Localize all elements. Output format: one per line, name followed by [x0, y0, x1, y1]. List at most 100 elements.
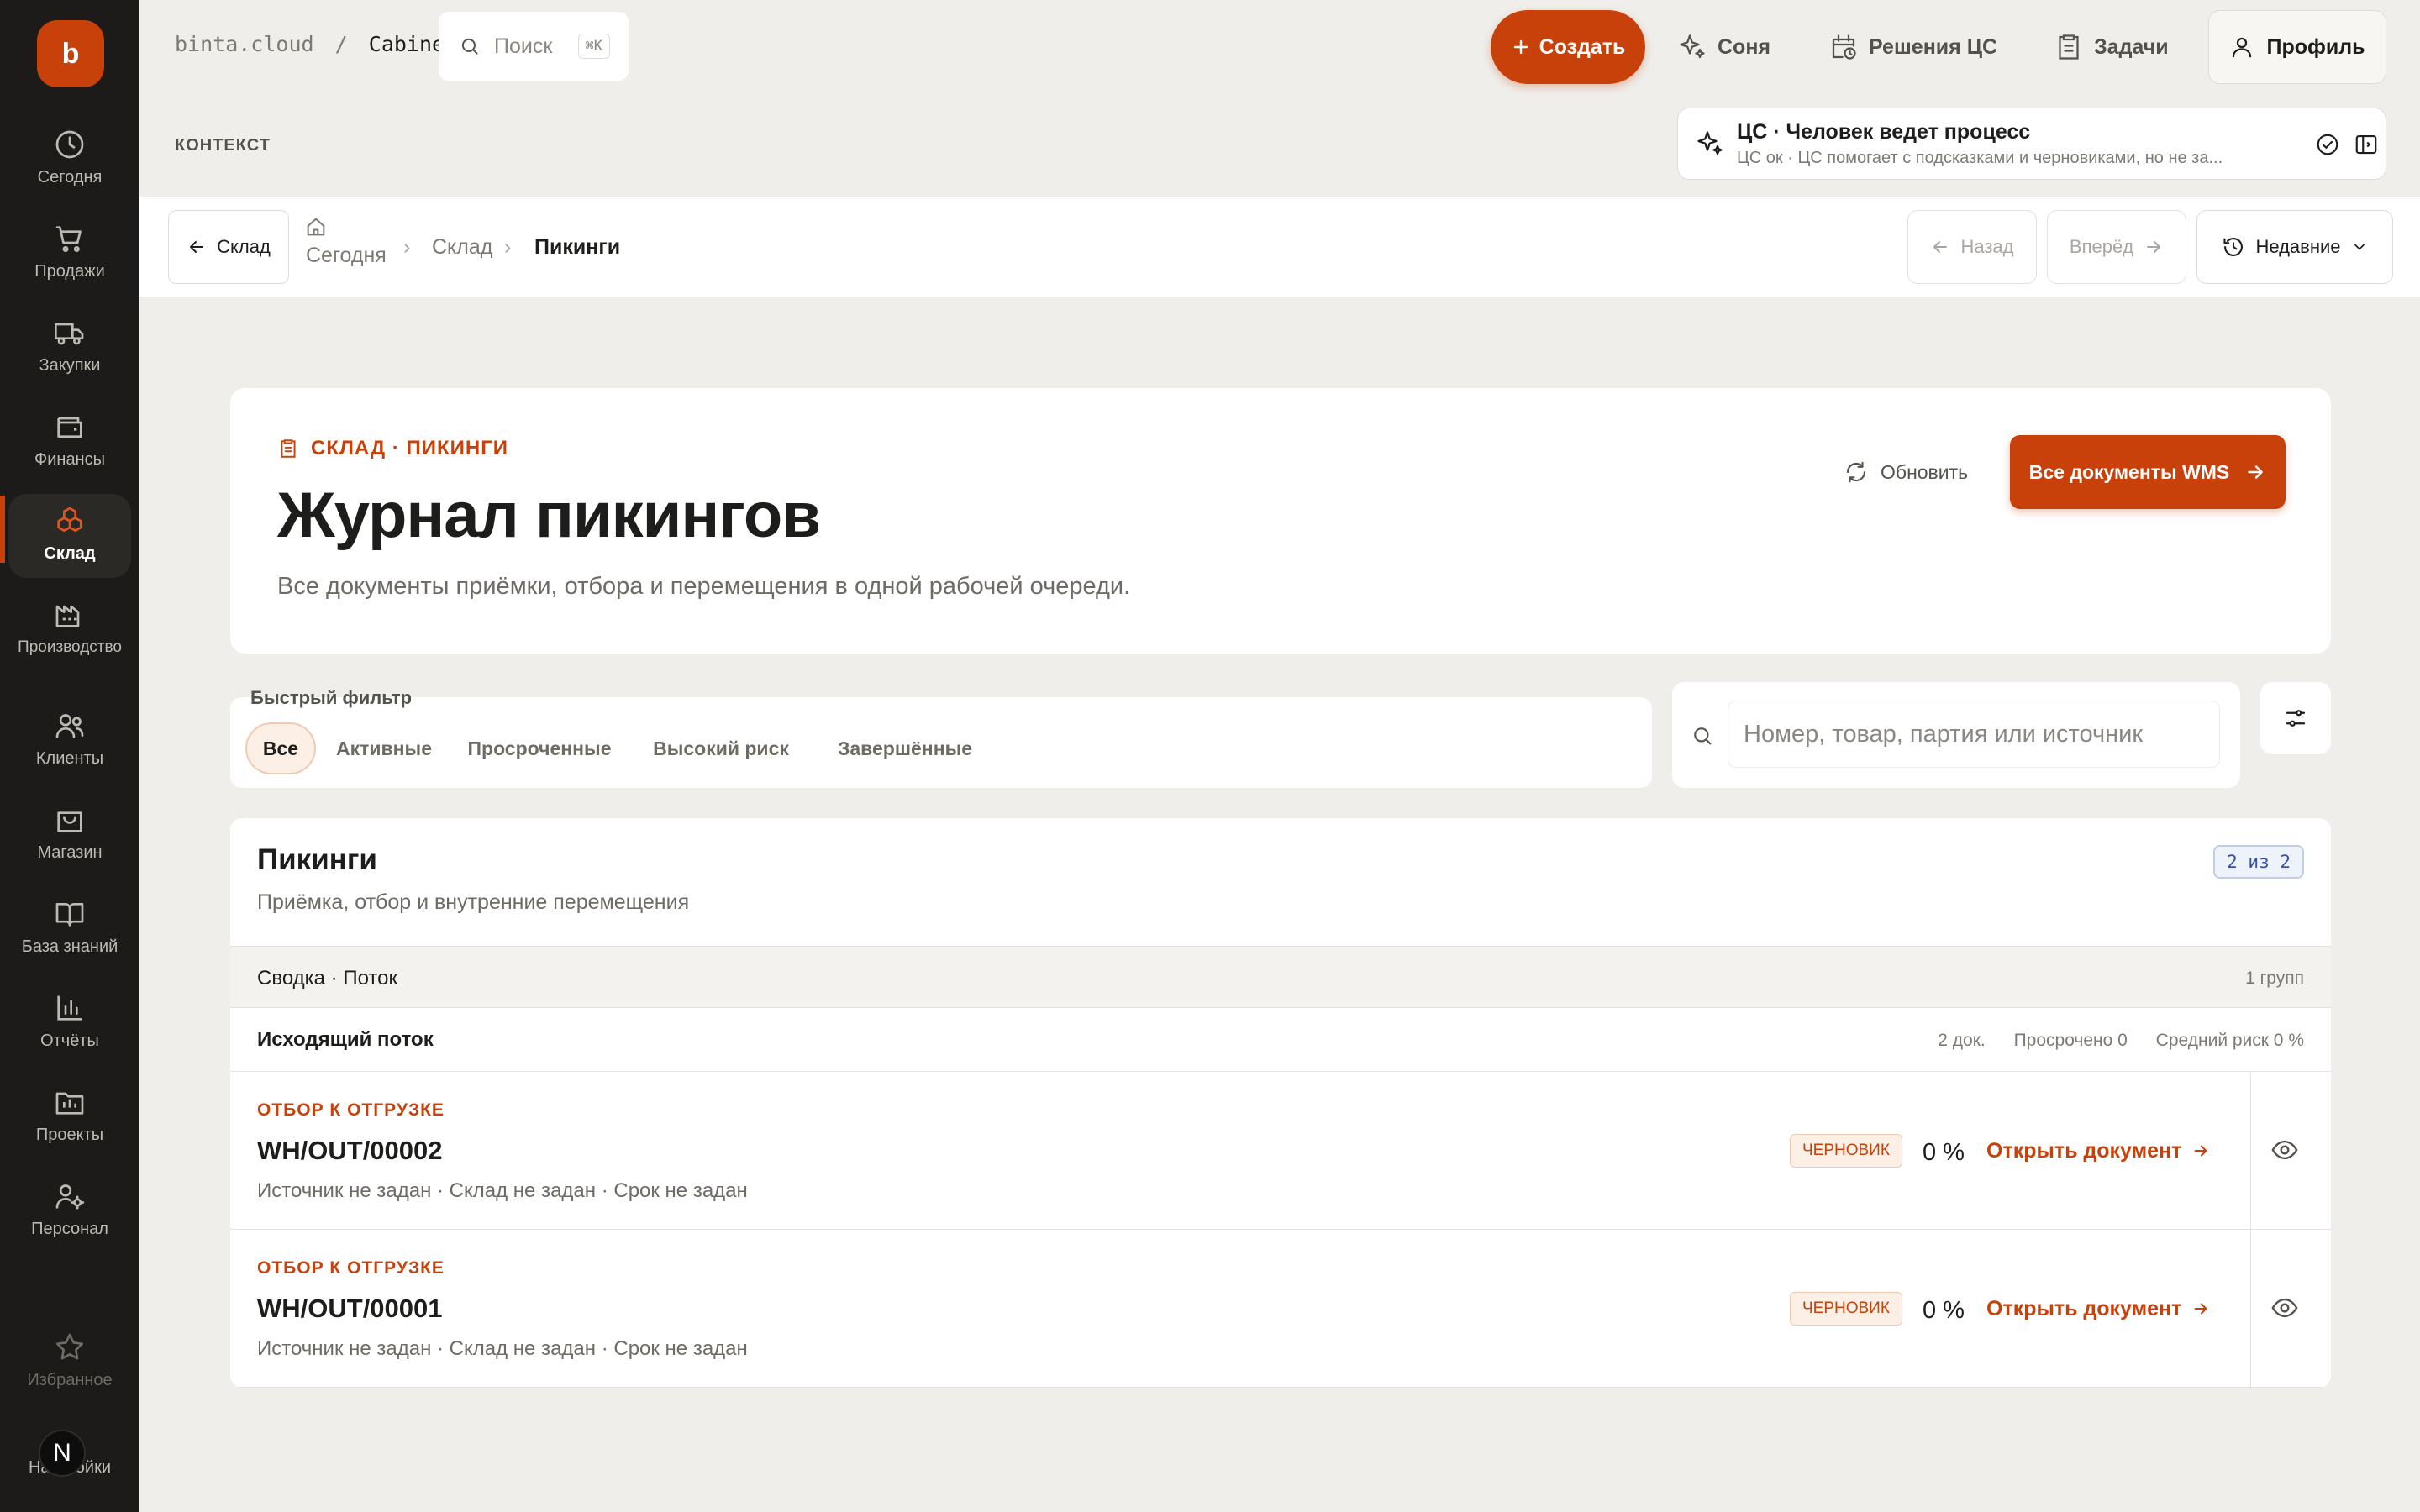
bag-icon	[57, 811, 82, 832]
refresh-button[interactable]: Обновить	[1844, 447, 1968, 497]
breadcrumb-chevron-icon: ›	[403, 235, 411, 259]
panel-toggle-icon[interactable]	[2354, 132, 2379, 157]
eye-icon[interactable]	[2270, 1294, 2299, 1322]
book-icon	[55, 903, 84, 927]
arrow-right-icon	[2194, 1145, 2207, 1157]
filter-settings-button[interactable]	[2260, 682, 2331, 754]
breadcrumb-chevron-icon: ›	[504, 235, 512, 259]
filter-chip-active[interactable]: Активные	[328, 722, 440, 774]
document-meta: Источник не задан · Склад не задан · Сро…	[257, 1337, 748, 1360]
sidebar-item-reports[interactable]: Отчёты	[8, 981, 131, 1065]
group-row[interactable]: Исходящий поток 2 док. Просрочено 0 Сред…	[230, 1008, 2331, 1072]
sonya-button[interactable]: Соня	[1677, 20, 1770, 74]
back-to-warehouse-button[interactable]: Склад	[168, 210, 289, 284]
app-logo[interactable]: b	[37, 20, 104, 87]
document-search-input[interactable]: Номер, товар, партия или источник	[1728, 701, 2220, 768]
eye-icon[interactable]	[2270, 1136, 2299, 1164]
group-avg-risk: Средний риск 0 %	[2155, 1031, 2304, 1050]
open-document-label: Открыть документ	[1986, 1296, 2182, 1320]
filter-chip-high-risk[interactable]: Высокий риск	[637, 722, 805, 774]
open-document-link[interactable]: Открыть документ	[1986, 1294, 2210, 1324]
sidebar-item-today[interactable]: Сегодня	[8, 118, 131, 202]
sidebar-item-sales[interactable]: Продажи	[8, 212, 131, 296]
search-placeholder: Поиск	[494, 34, 553, 58]
ai-status-card[interactable]: ЦС · Человек ведет процесс ЦС ок · ЦС по…	[1677, 108, 2386, 180]
decisions-label: Решения ЦС	[1869, 34, 1998, 59]
truck-icon	[55, 323, 84, 345]
sidebar-item-knowledge[interactable]: База знаний	[8, 887, 131, 971]
sidebar-item-label: Отчёты	[40, 1032, 99, 1050]
sidebar-item-staff[interactable]: Персонал	[8, 1169, 131, 1253]
group-stats: 2 док. Просрочено 0 Средний риск 0 %	[1914, 1031, 2304, 1051]
sidebar-item-shop[interactable]: Магазин	[8, 793, 131, 877]
sidebar-item-finance[interactable]: Финансы	[8, 400, 131, 484]
sidebar-item-projects[interactable]: Проекты	[8, 1075, 131, 1159]
breadcrumb-warehouse[interactable]: Склад	[432, 235, 492, 260]
user-cog-icon	[55, 1184, 85, 1210]
filter-chip-all[interactable]: Все	[245, 722, 316, 774]
sidebar-item-label: Избранное	[27, 1371, 113, 1389]
domain-label[interactable]: binta.cloud	[175, 32, 314, 56]
table-row[interactable]: ОТБОР К ОТГРУЗКЕ WH/OUT/00001 Источник н…	[230, 1230, 2331, 1388]
group-name: Исходящий поток	[257, 1028, 434, 1051]
clipboard-icon	[281, 439, 296, 458]
sparkles-icon	[1680, 34, 1705, 59]
document-number[interactable]: WH/OUT/00002	[257, 1136, 443, 1166]
sidebar-item-label: Закупки	[39, 356, 101, 375]
create-button[interactable]: Создать	[1491, 10, 1645, 84]
search-icon	[1694, 727, 1712, 745]
filter-chip-completed[interactable]: Завершённые	[818, 722, 992, 774]
refresh-label: Обновить	[1881, 460, 1969, 483]
all-docs-label: Все документы WMS	[2028, 460, 2230, 483]
profile-button[interactable]: Профиль	[2208, 10, 2386, 84]
document-type: ОТБОР К ОТГРУЗКЕ	[257, 1100, 445, 1120]
arrow-right-icon	[2248, 465, 2263, 479]
table-row[interactable]: ОТБОР К ОТГРУЗКЕ WH/OUT/00002 Источник н…	[230, 1072, 2331, 1230]
sidebar-item-label: Клиенты	[35, 749, 104, 768]
breadcrumb-today[interactable]: Сегодня	[306, 244, 387, 268]
ai-status-subtitle: ЦС ок · ЦС помогает с подсказками и черн…	[1737, 149, 2223, 167]
filter-chip-overdue[interactable]: Просроченные	[455, 722, 623, 774]
plus-icon	[1513, 39, 1528, 55]
sidebar-item-label: Проекты	[35, 1126, 104, 1144]
table-title: Пикинги	[257, 843, 377, 876]
all-wms-documents-button[interactable]: Все документы WMS	[2010, 435, 2286, 509]
calendar-clock-icon	[1832, 34, 1856, 60]
pickings-table: Пикинги Приёмка, отбор и внутренние пере…	[230, 818, 2331, 1388]
sidebar-item-clients[interactable]: Клиенты	[8, 699, 131, 783]
history-forward-button[interactable]: Вперёд	[2047, 210, 2186, 284]
history-back-button[interactable]: Назад	[1907, 210, 2037, 284]
document-number[interactable]: WH/OUT/00001	[257, 1294, 443, 1324]
sidebar-item-favorites[interactable]: Избранное	[8, 1320, 131, 1404]
summary-count: 1 групп	[2245, 969, 2304, 988]
summary-row[interactable]: Сводка · Поток 1 групп	[230, 946, 2331, 1008]
open-document-link[interactable]: Открыть документ	[1986, 1136, 2210, 1166]
sidebar-item-warehouse[interactable]: Склад	[8, 494, 131, 578]
arrow-right-icon	[2147, 241, 2161, 253]
sidebar-item-production[interactable]: Производство	[8, 588, 131, 680]
global-search[interactable]: Поиск ⌘K	[439, 12, 629, 81]
user-avatar[interactable]: N	[39, 1430, 86, 1477]
sidebar-item-label: Персонал	[31, 1220, 108, 1238]
arrow-left-icon	[190, 241, 204, 253]
row-divider	[2250, 1230, 2251, 1388]
sidebar-item-label: Финансы	[34, 450, 105, 469]
sidebar-item-purchases[interactable]: Закупки	[8, 306, 131, 390]
check-circle-icon[interactable]	[2315, 132, 2340, 157]
sonya-label: Соня	[1718, 34, 1771, 59]
context-label: КОНТЕКСТ	[175, 136, 271, 155]
history-back-label: Назад	[1960, 236, 2014, 257]
star-icon	[56, 1333, 83, 1360]
group-docs-count: 2 док.	[1938, 1031, 1986, 1050]
factory-icon	[55, 605, 80, 627]
sparkles-icon	[1697, 131, 1723, 155]
recent-dropdown[interactable]: Недавние	[2196, 210, 2393, 284]
table-subtitle: Приёмка, отбор и внутренние перемещения	[257, 890, 690, 914]
group-overdue: Просрочено 0	[2013, 1031, 2128, 1050]
eyebrow-label: СКЛАД · ПИКИНГИ	[311, 437, 509, 459]
count-badge: 2 из 2	[2213, 845, 2304, 879]
tasks-button[interactable]: Задачи	[2054, 20, 2169, 74]
sliders-icon	[2286, 710, 2306, 727]
status-badge: ЧЕРНОВИК	[1790, 1134, 1902, 1168]
decisions-button[interactable]: Решения ЦС	[1828, 20, 1997, 74]
